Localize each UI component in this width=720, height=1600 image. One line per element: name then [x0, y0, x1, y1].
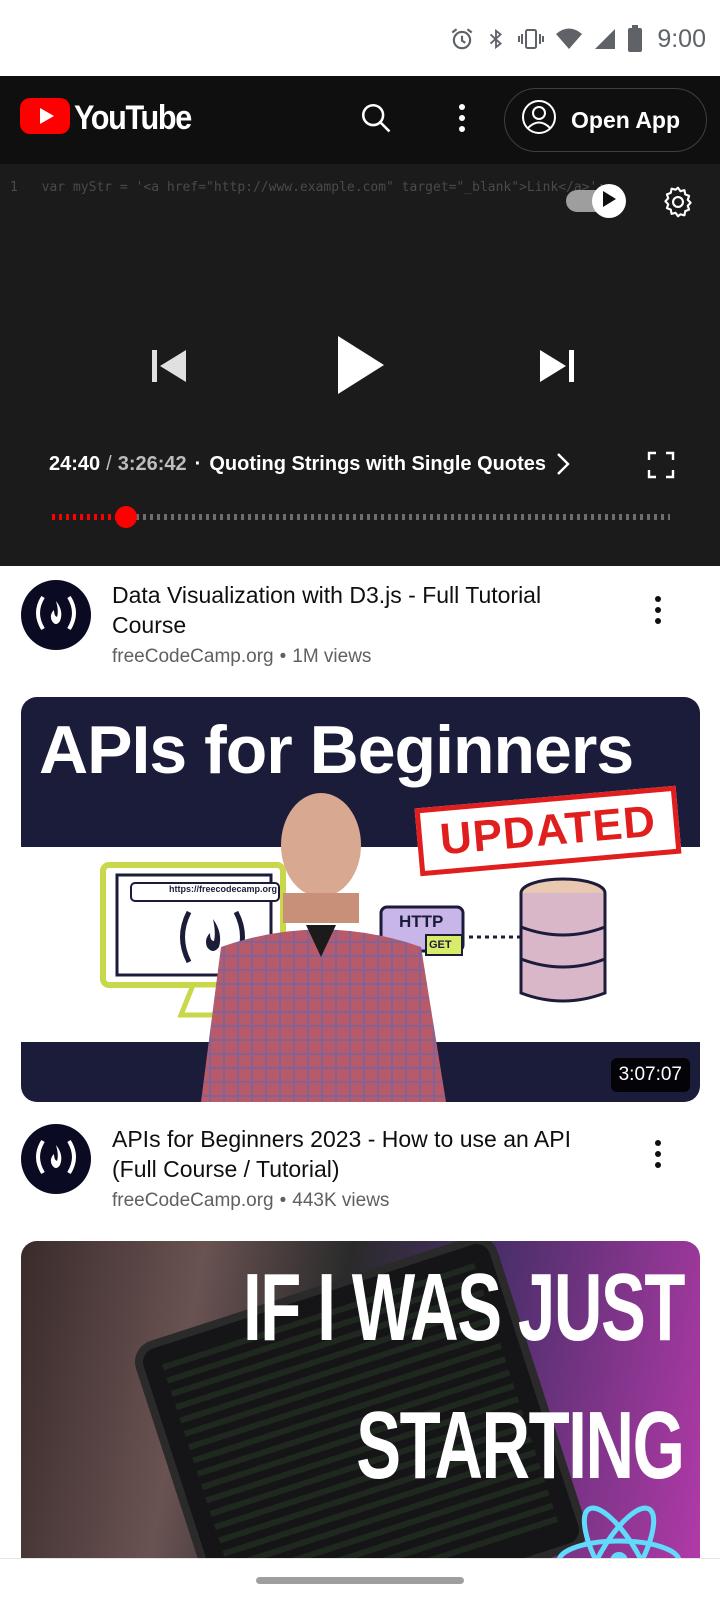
youtube-play-logo-icon: [20, 98, 70, 139]
freecodecamp-logo-icon: [31, 1137, 81, 1182]
video-frame-code: 1 var myStr = '<a href="http://www.examp…: [10, 180, 605, 195]
status-time: 9:00: [657, 24, 706, 53]
app-bar: YouTube Open App: [0, 76, 720, 164]
channel-name: freeCodeCamp.org: [112, 1190, 274, 1211]
alarm-icon: [449, 26, 475, 52]
youtube-wordmark: YouTube: [74, 99, 192, 137]
chapter-title[interactable]: Quoting Strings with Single Quotes: [209, 453, 546, 476]
bluetooth-icon: [485, 26, 507, 52]
channel-avatar[interactable]: [21, 1124, 91, 1194]
duration-badge: 3:07:07: [610, 1058, 690, 1092]
video-subtitle: freeCodeCamp.org • 1M views: [112, 646, 612, 668]
freecodecamp-logo-icon: [31, 593, 81, 638]
thumbnail-illustration: [100, 793, 607, 1102]
progress-bar[interactable]: [52, 506, 670, 528]
gear-icon: [660, 184, 696, 225]
url-bar-text: https://freecodecamp.org: [169, 884, 278, 894]
meta-bullet: •: [279, 1190, 287, 1211]
vibrate-icon: [517, 26, 545, 52]
video-duration: 3:26:42: [117, 452, 187, 475]
http-label: HTTP: [399, 912, 444, 931]
account-icon: [521, 99, 557, 141]
code-line-number: 1: [10, 180, 18, 195]
thumbnail-text-line2: STARTING: [356, 1392, 686, 1499]
search-button[interactable]: [352, 96, 400, 144]
open-app-button[interactable]: Open App: [504, 88, 707, 152]
progress-track: [52, 514, 670, 520]
more-vert-icon: [654, 1139, 662, 1174]
battery-icon: [627, 25, 643, 53]
next-button[interactable]: [528, 338, 588, 398]
chapter-bullet: ·: [194, 452, 202, 475]
video-title[interactable]: Data Visualization with D3.js - Full Tut…: [112, 580, 612, 640]
current-time: 24:40: [49, 452, 101, 475]
video-menu-button[interactable]: [636, 1134, 680, 1178]
chevron-right-icon[interactable]: [556, 452, 570, 476]
channel-name: freeCodeCamp.org: [112, 646, 274, 667]
channel-avatar[interactable]: [21, 580, 91, 650]
code-line-text: var myStr = '<a href="http://www.example…: [41, 180, 606, 195]
play-button[interactable]: [320, 322, 400, 412]
signal-icon: [593, 27, 617, 51]
video-meta-text[interactable]: APIs for Beginners 2023 - How to use an …: [112, 1124, 612, 1212]
youtube-logo[interactable]: YouTube: [20, 98, 204, 139]
video-item-apis[interactable]: APIs for Beginners 2023 - How to use an …: [0, 1124, 720, 1234]
video-menu-button[interactable]: [636, 590, 680, 634]
video-thumbnail-apis[interactable]: APIs for Beginners https://freecodecamp.…: [21, 697, 700, 1102]
fullscreen-icon: [646, 451, 676, 484]
skip-previous-icon: [148, 348, 188, 389]
video-item-d3[interactable]: Data Visualization with D3.js - Full Tut…: [0, 580, 720, 690]
status-bar: 9:00: [0, 0, 720, 76]
settings-button[interactable]: [656, 182, 700, 226]
autoplay-toggle[interactable]: [566, 184, 630, 218]
fullscreen-button[interactable]: [646, 450, 676, 480]
search-icon: [359, 101, 393, 140]
gesture-bar: [0, 1558, 720, 1600]
video-player[interactable]: 1 var myStr = '<a href="http://www.examp…: [0, 164, 720, 566]
home-indicator-pill[interactable]: [256, 1577, 464, 1584]
time-separator: /: [106, 452, 112, 475]
video-meta-text[interactable]: Data Visualization with D3.js - Full Tut…: [112, 580, 612, 668]
play-icon: [334, 334, 386, 401]
skip-next-icon: [538, 348, 578, 389]
autoplay-knob: [592, 184, 626, 218]
open-app-label: Open App: [571, 106, 681, 133]
updated-stamp-text: UPDATED: [438, 796, 658, 865]
thumbnail-text-line1: IF I WAS JUST: [242, 1254, 685, 1361]
meta-bullet: •: [279, 646, 287, 667]
video-subtitle: freeCodeCamp.org • 443K views: [112, 1190, 612, 1212]
more-vert-icon: [458, 103, 466, 138]
wifi-icon: [555, 27, 583, 51]
view-count: 443K views: [292, 1190, 390, 1211]
time-and-chapter[interactable]: 24:40 / 3:26:42 · Quoting Strings with S…: [49, 452, 570, 476]
progress-scrubber[interactable]: [114, 506, 137, 528]
more-options-button[interactable]: [440, 96, 484, 144]
video-thumbnail-starting[interactable]: IF I WAS JUST STARTING: [21, 1241, 700, 1581]
get-label: GET: [429, 939, 452, 951]
more-vert-icon: [654, 595, 662, 630]
status-icons: 9:00: [449, 22, 706, 56]
previous-button[interactable]: [138, 338, 198, 398]
autoplay-play-icon: [601, 190, 617, 213]
view-count: 1M views: [292, 646, 372, 667]
video-title[interactable]: APIs for Beginners 2023 - How to use an …: [112, 1124, 612, 1184]
